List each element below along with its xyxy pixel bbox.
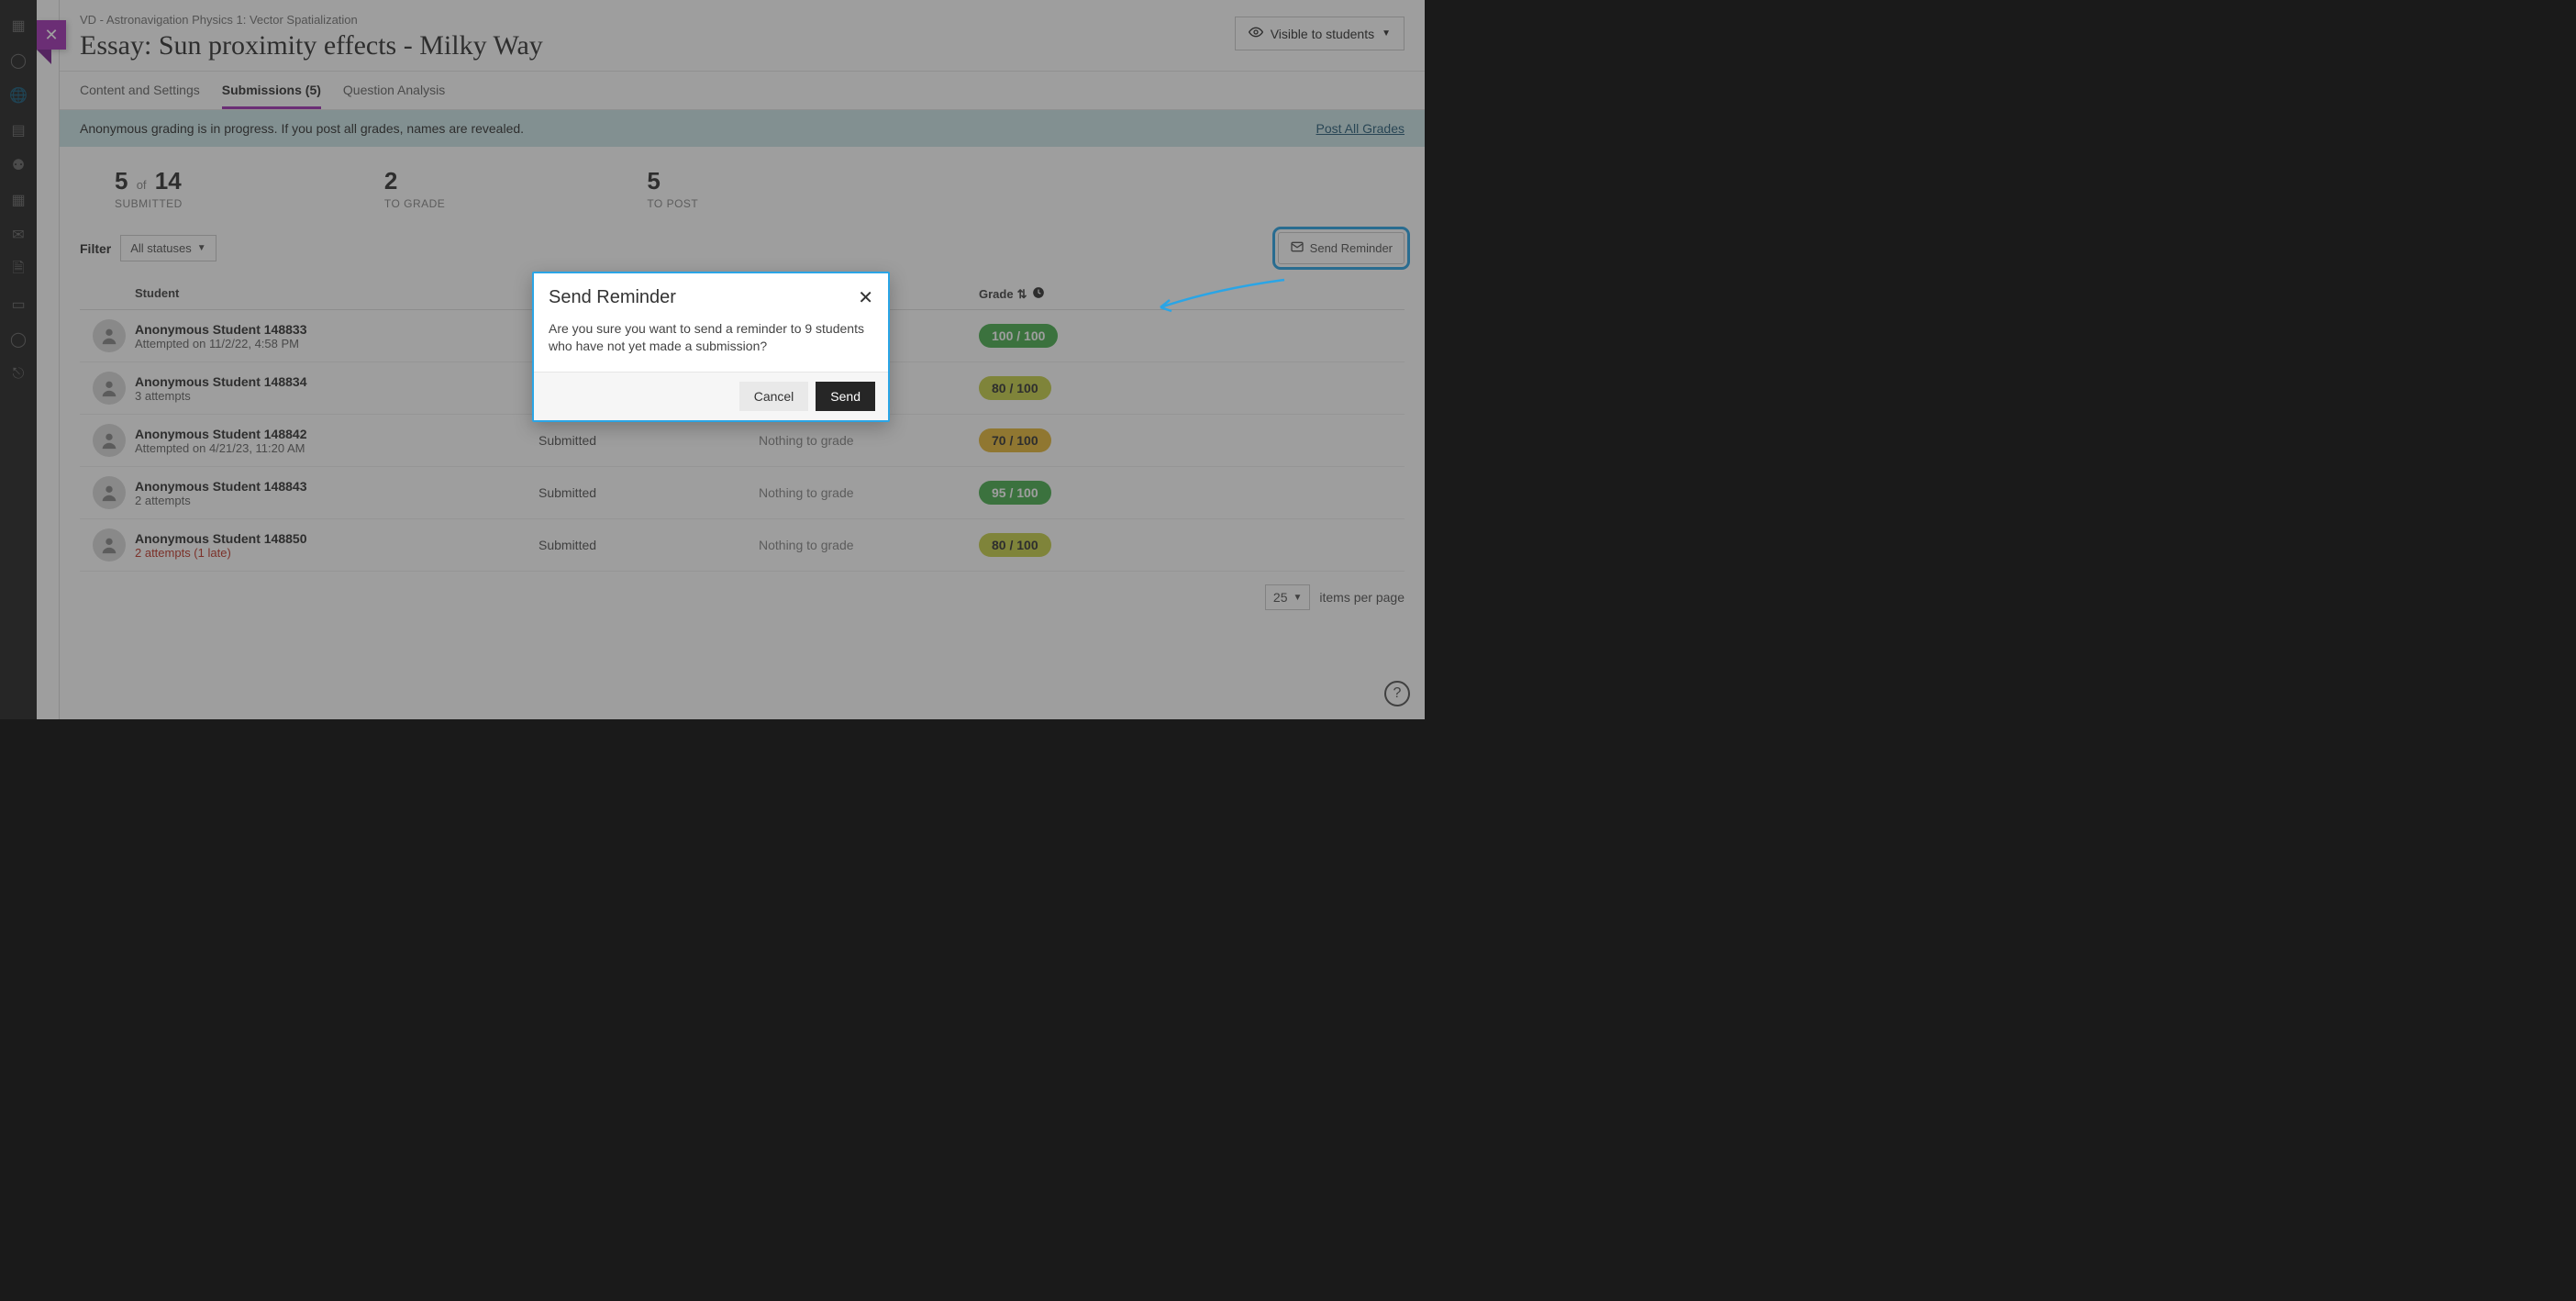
- close-icon: ✕: [858, 288, 873, 308]
- cancel-button[interactable]: Cancel: [739, 382, 809, 411]
- send-button[interactable]: Send: [816, 382, 875, 411]
- modal-body: Are you sure you want to send a reminder…: [534, 315, 888, 372]
- send-reminder-modal: Send Reminder ✕ Are you sure you want to…: [532, 272, 890, 422]
- modal-close-button[interactable]: ✕: [858, 286, 873, 309]
- modal-footer: Cancel Send: [534, 372, 888, 420]
- modal-title: Send Reminder: [549, 287, 676, 308]
